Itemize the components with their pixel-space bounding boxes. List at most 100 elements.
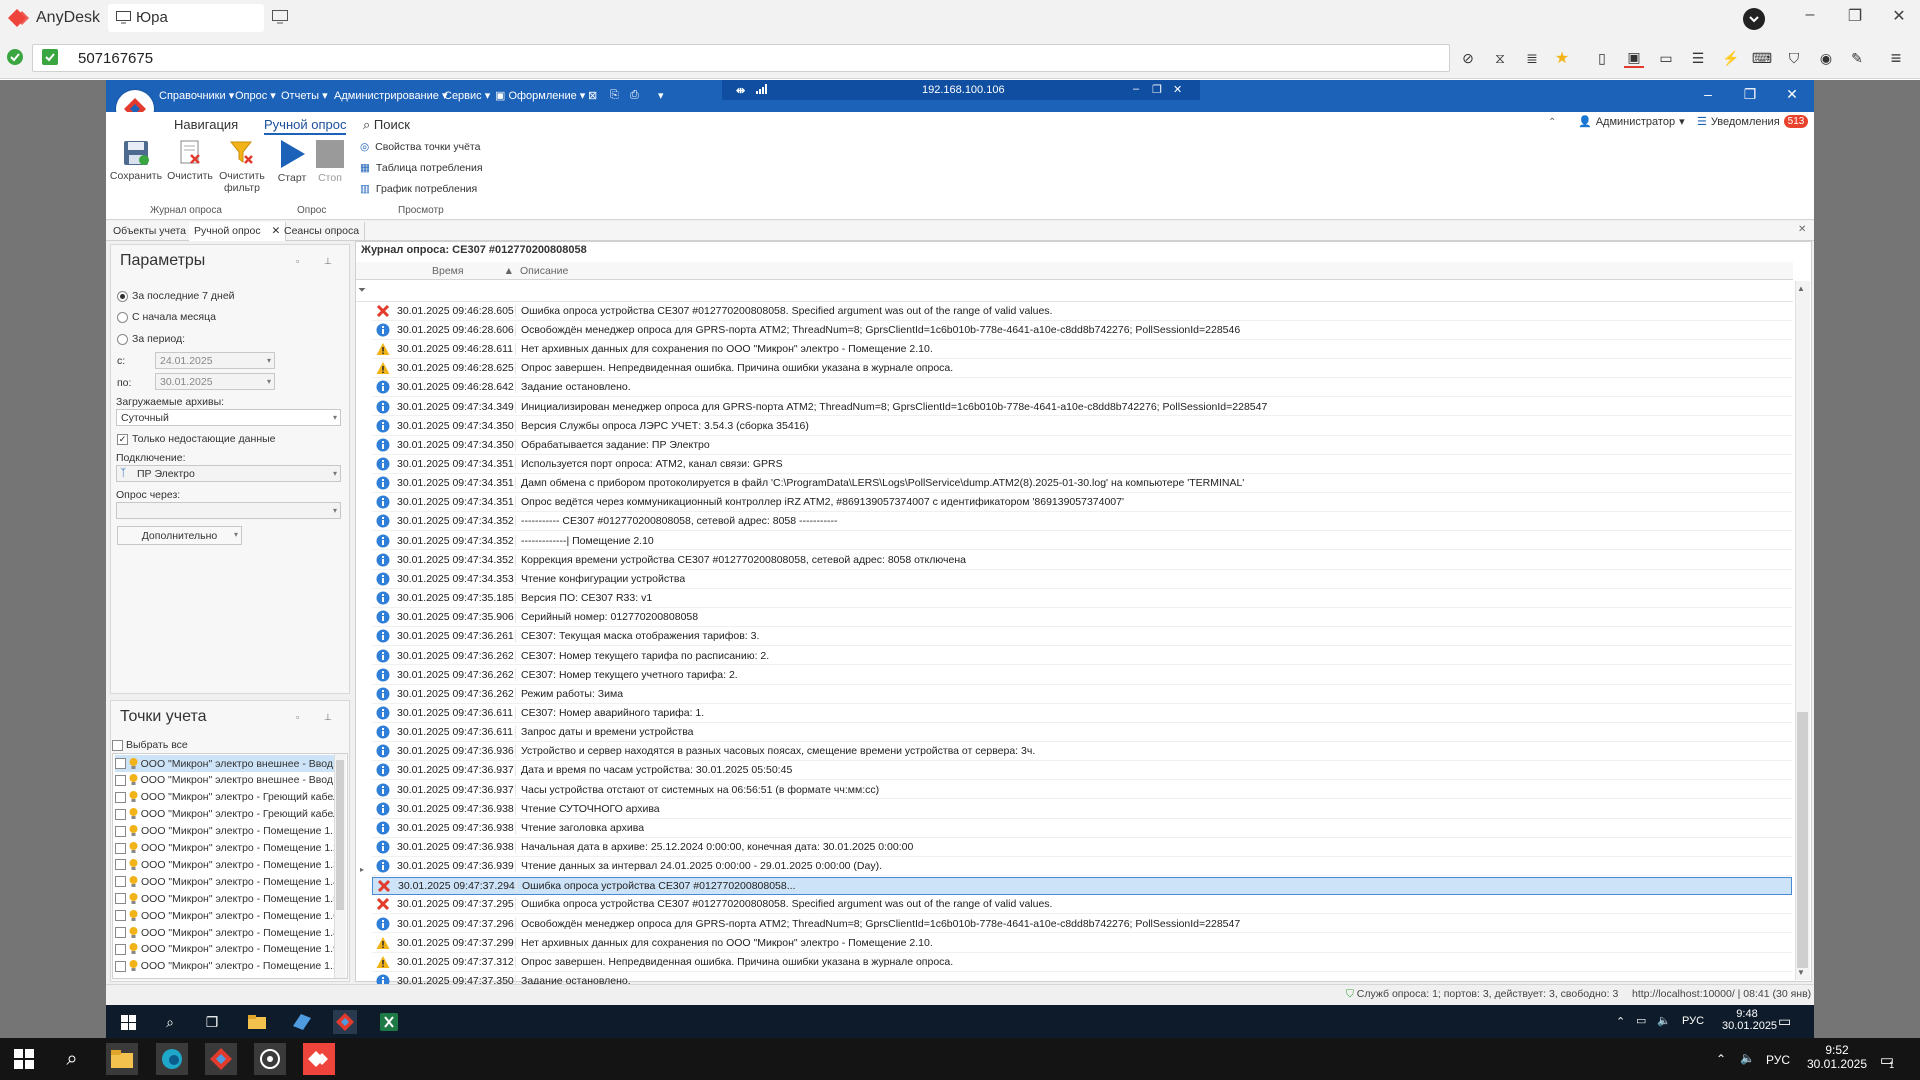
remote-search-icon[interactable]: ⌕ xyxy=(158,1010,182,1034)
remote-taskview-icon[interactable]: ❐ xyxy=(200,1010,224,1034)
metering-point-item[interactable]: ООО "Микрон" электро - Помещение 1.4 xyxy=(115,873,339,890)
remote-clock[interactable]: 9:48 30.01.2025 xyxy=(1722,1008,1777,1032)
banner-close-button[interactable]: ✕ xyxy=(1173,83,1182,96)
journal-row[interactable]: 30.01.2025 09:47:34.350 Обрабатывается за… xyxy=(372,436,1792,455)
menu-admin[interactable]: Администрирование ▾ xyxy=(334,89,447,102)
metering-point-item[interactable]: ООО "Микрон" электро внешнее - Ввод № xyxy=(115,772,339,789)
close-button[interactable]: ✕ xyxy=(1884,6,1914,26)
journal-scroll-thumb[interactable] xyxy=(1797,712,1808,968)
lers-taskbar-icon[interactable] xyxy=(205,1043,237,1075)
col-time-header[interactable]: Время ▲ xyxy=(432,265,514,277)
checkbox-box[interactable] xyxy=(115,825,126,837)
doctab-objects[interactable]: Объекты учета xyxy=(108,222,192,241)
checkbox-box[interactable] xyxy=(115,960,126,972)
journal-row[interactable]: 30.01.2025 09:47:34.351 Дамп обмена с при… xyxy=(372,474,1792,494)
consumption-table-link[interactable]: ▦ Таблица потребления xyxy=(360,162,483,174)
checkbox-box[interactable] xyxy=(115,876,126,888)
journal-row[interactable]: 30.01.2025 09:47:36.262 СЕ307: Номер теку… xyxy=(372,666,1792,685)
poll-via-select[interactable]: ▾ xyxy=(116,502,341,519)
search-icon[interactable]: ⌕ xyxy=(56,1043,88,1075)
more-button[interactable]: Дополнительно ▾ xyxy=(117,526,242,545)
qa-dropdown-icon[interactable]: ▾ xyxy=(658,89,664,102)
address-field[interactable] xyxy=(32,44,1450,72)
archives-select[interactable]: Суточный ▾ xyxy=(116,409,341,426)
consumption-chart-link[interactable]: ▥ График потребления xyxy=(360,183,477,195)
journal-row[interactable]: 30.01.2025 09:47:34.352 ----------- СЕ307… xyxy=(372,513,1792,532)
explorer-icon[interactable] xyxy=(106,1043,138,1075)
volume-icon[interactable]: 🔈 xyxy=(1740,1051,1755,1065)
notifications-button[interactable]: ☰ Уведомления 513 xyxy=(1697,115,1809,128)
actions-icon[interactable]: ⚡ xyxy=(1721,48,1741,68)
col-desc-header[interactable]: Описание xyxy=(520,265,568,277)
app-minimize-button[interactable]: – xyxy=(1696,86,1720,102)
metering-point-item[interactable]: ООО "Микрон" электро - Помещение 1.3 xyxy=(115,856,339,873)
checkbox-box[interactable] xyxy=(115,791,126,803)
journal-row[interactable]: 30.01.2025 09:46:28.611 Нет архивных данн… xyxy=(372,340,1792,359)
menu-service[interactable]: Сервис ▾ xyxy=(444,89,490,102)
hourglass-icon[interactable]: ⧖ xyxy=(1490,48,1510,68)
draw-icon[interactable]: ✎ xyxy=(1847,48,1867,68)
journal-row[interactable]: 30.01.2025 09:47:37.295 Ошибка опроса уст… xyxy=(372,896,1792,915)
menu-reports[interactable]: Отчеты ▾ xyxy=(281,89,328,102)
journal-row[interactable]: 30.01.2025 09:47:36.939 Чтение данных за … xyxy=(372,857,1792,877)
privacy-icon[interactable]: ⊘ xyxy=(1458,48,1478,68)
app-close-button[interactable]: ✕ xyxy=(1780,86,1804,103)
metering-point-item[interactable]: ООО "Микрон" электро - Помещение 1.6 xyxy=(115,907,339,924)
collapse-ribbon-icon[interactable]: ⌃ xyxy=(1548,117,1556,128)
metering-point-item[interactable]: ООО "Микрон" электро - Помещение 1.9 xyxy=(115,941,339,958)
print-icon[interactable]: ⎙ xyxy=(630,89,639,102)
radio-period[interactable]: За период: xyxy=(117,333,185,345)
journal-row[interactable]: 30.01.2025 09:47:36.936 Устройство и серв… xyxy=(372,742,1792,762)
journal-row[interactable]: 30.01.2025 09:47:34.352 -------------| По… xyxy=(372,532,1792,551)
remote-notification-icon[interactable]: ▭ xyxy=(1778,1013,1791,1030)
journal-row[interactable]: 30.01.2025 09:47:37.296 Освобождён менедж… xyxy=(372,915,1792,934)
record-icon[interactable]: ◉ xyxy=(1816,48,1836,68)
metering-point-item[interactable]: ООО "Микрон" электро - Помещение 1.2 xyxy=(115,840,339,857)
metering-point-item[interactable]: ООО "Микрон" электро - Греющий кабель xyxy=(115,789,339,806)
journal-row[interactable]: 30.01.2025 09:47:36.261 СЕ307: Текущая ма… xyxy=(372,628,1792,647)
journal-row[interactable]: 30.01.2025 09:47:36.938 Начальная дата в … xyxy=(372,838,1792,857)
tab-search[interactable]: ⌕ Поиск xyxy=(363,117,410,133)
qa-icon[interactable]: ⊠ xyxy=(588,89,597,102)
radio-month-start[interactable]: С начала месяца xyxy=(117,311,216,323)
filter-icon[interactable]: ⏷ xyxy=(358,285,366,296)
journal-row[interactable]: 30.01.2025 09:47:37.312 Опрос завершен. Н… xyxy=(372,953,1792,972)
checkbox-box[interactable] xyxy=(115,910,126,922)
journal-row[interactable]: 30.01.2025 09:46:28.606 Освобождён менедж… xyxy=(372,321,1792,340)
checkbox-box[interactable] xyxy=(115,842,126,854)
anydesk-menu-icon[interactable] xyxy=(1743,8,1765,30)
permissions-icon[interactable]: ⛉ xyxy=(1784,48,1804,68)
journal-row[interactable]: 30.01.2025 09:47:34.352 Коррекция времени… xyxy=(372,551,1792,570)
journal-row[interactable]: 30.01.2025 09:47:36.937 Часы устройства о… xyxy=(372,781,1792,800)
language[interactable]: РУС xyxy=(1766,1053,1790,1067)
qa-tool-icon[interactable]: ⎘ xyxy=(610,89,619,102)
journal-row[interactable]: 30.01.2025 09:46:28.625 Опрос завершен. Н… xyxy=(372,359,1792,379)
journal-row[interactable]: 30.01.2025 09:47:36.938 Чтение СУТОЧНОГО … xyxy=(372,800,1792,819)
doctab-manual-poll[interactable]: Ручной опрос ✕ xyxy=(189,222,287,241)
remote-start-icon[interactable] xyxy=(116,1010,140,1034)
banner-minimize-button[interactable]: – xyxy=(1133,83,1139,95)
journal-row[interactable]: 30.01.2025 09:47:36.262 СЕ307: Номер теку… xyxy=(372,647,1792,666)
pin-icon[interactable]: ⇹ xyxy=(736,84,745,97)
app-restore-button[interactable]: ❐ xyxy=(1738,86,1762,103)
metering-point-item[interactable]: ООО "Микрон" электро - Помещение 1.8 xyxy=(115,924,339,941)
metering-point-item[interactable]: ООО "Микрон" электро - Греющий кабель xyxy=(115,806,339,823)
menu-poll[interactable]: Опрос ▾ xyxy=(235,89,276,102)
select-all-checkbox[interactable]: Выбрать все xyxy=(112,739,188,751)
to-date-field[interactable]: 30.01.2025 ▾ xyxy=(155,373,275,390)
checkbox-box[interactable] xyxy=(115,859,126,871)
remote-network-icon[interactable]: ▭ xyxy=(1636,1014,1646,1027)
database-icon[interactable]: ≣ xyxy=(1522,48,1542,68)
tab-manual-poll[interactable]: Ручной опрос xyxy=(264,117,347,135)
monitor-select-icon[interactable]: ▭ xyxy=(1656,48,1676,68)
edge-icon[interactable] xyxy=(156,1043,188,1075)
radio-last-7-days[interactable]: За последние 7 дней xyxy=(117,290,235,302)
journal-row[interactable]: 30.01.2025 09:46:28.642 Задание остановле… xyxy=(372,379,1792,398)
clear-button[interactable]: Очистить xyxy=(164,140,216,182)
journal-row[interactable]: 30.01.2025 09:47:37.299 Нет архивных данн… xyxy=(372,934,1792,953)
journal-row[interactable]: 30.01.2025 09:47:34.351 Опрос ведётся чер… xyxy=(372,494,1792,513)
menu-theme[interactable]: ▣ Оформление ▾ xyxy=(495,89,585,102)
stop-button[interactable]: Стоп xyxy=(304,140,356,184)
remote-tray-chevron-icon[interactable]: ⌃ xyxy=(1616,1015,1625,1028)
clock[interactable]: 9:52 30.01.2025 xyxy=(1802,1043,1872,1071)
